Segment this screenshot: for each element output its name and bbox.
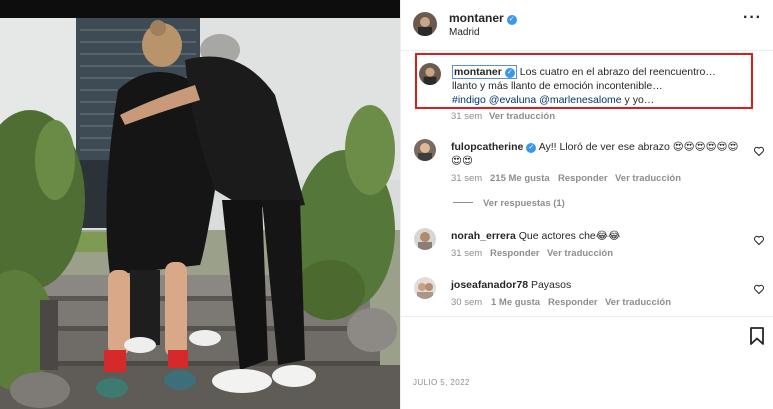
caption-username[interactable]: montaner <box>454 66 502 78</box>
comment-username[interactable]: joseafanador78 <box>451 279 528 291</box>
header-divider <box>401 50 773 51</box>
view-replies-button[interactable]: Ver respuestas (1) <box>453 198 565 209</box>
mention-link[interactable]: @marlenesalome <box>539 94 621 106</box>
comment-translate-link[interactable]: Ver traducción <box>605 297 671 308</box>
post-location[interactable]: Madrid <box>449 27 480 38</box>
caption-line1: Los cuatro en el abrazo del reencuentro… <box>519 66 716 78</box>
commenter-avatar[interactable] <box>414 139 436 161</box>
heart-outline-icon[interactable] <box>753 283 765 295</box>
commenter-avatar[interactable] <box>414 228 436 250</box>
verified-badge-icon: ✓ <box>526 143 537 153</box>
post-header: montaner ✓ Madrid ··· <box>401 0 773 50</box>
comment-time[interactable]: 31 sem <box>451 173 482 184</box>
post-photo-illustration <box>0 0 400 409</box>
reply-button[interactable]: Responder <box>548 297 598 308</box>
author-avatar[interactable] <box>413 12 437 36</box>
heart-outline-icon[interactable] <box>753 145 765 157</box>
caption-text: montaner ✓ Los cuatro en el abrazo del re… <box>452 65 752 107</box>
post-detail-panel: montaner ✓ Madrid ··· montaner ✓ Los cuatr… <box>400 0 773 409</box>
post-date[interactable]: JULIO 5, 2022 <box>413 378 470 387</box>
reply-button[interactable]: Responder <box>490 248 540 259</box>
comment-username[interactable]: norah_errera <box>451 230 516 242</box>
comment-text: Que actores che😂😂 <box>518 230 621 242</box>
author-username-row: montaner ✓ <box>449 11 517 25</box>
caption-tail: y yo… <box>624 94 655 106</box>
comment-body: norah_errera Que actores che😂😂 <box>451 229 751 243</box>
bookmark-outline-icon[interactable] <box>749 327 765 345</box>
mention-link[interactable]: @evaluna <box>489 94 536 106</box>
caption-translate-link[interactable]: Ver traducción <box>489 111 555 122</box>
post-photo <box>0 0 400 409</box>
comment-time[interactable]: 30 sem <box>451 297 482 308</box>
comment-likes[interactable]: 1 Me gusta <box>491 297 540 308</box>
caption-line2: llanto y más llanto de emoción inconteni… <box>452 80 663 92</box>
author-username[interactable]: montaner <box>449 11 504 25</box>
comment-translate-link[interactable]: Ver traducción <box>547 248 613 259</box>
comment-translate-link[interactable]: Ver traducción <box>615 173 681 184</box>
comment-username[interactable]: fulopcatherine <box>451 141 523 153</box>
view-replies-label[interactable]: Ver respuestas (1) <box>483 198 565 209</box>
reply-button[interactable]: Responder <box>558 173 608 184</box>
verified-badge-icon: ✓ <box>506 15 517 25</box>
caption-username-chip[interactable]: montaner ✓ <box>452 65 517 79</box>
comment-time[interactable]: 31 sem <box>451 248 482 259</box>
actions-divider <box>401 316 773 317</box>
heart-outline-icon[interactable] <box>753 234 765 246</box>
caption-time[interactable]: 31 sem <box>451 111 482 122</box>
comment-body: joseafanador78 Payasos <box>451 278 751 292</box>
hashtag-link[interactable]: #indigo <box>452 94 486 106</box>
caption-highlight-box: montaner ✓ Los cuatro en el abrazo del re… <box>415 53 753 109</box>
verified-badge-icon: ✓ <box>504 68 515 78</box>
comment-body: fulopcatherine ✓ Ay!! Lloró de ver ese ab… <box>451 140 751 168</box>
comment-text-line2: 😍😍 <box>451 155 473 167</box>
comment-likes[interactable]: 215 Me gusta <box>490 173 550 184</box>
comment-text: Payasos <box>530 279 572 291</box>
commenter-avatar[interactable] <box>414 277 436 299</box>
replies-line <box>453 202 473 203</box>
caption-author-avatar[interactable] <box>419 63 441 85</box>
more-options-icon[interactable]: ··· <box>743 10 762 26</box>
comment-text: Ay!! Lloró de ver ese abrazo 😍😍😍😍😍😍 <box>538 141 739 153</box>
